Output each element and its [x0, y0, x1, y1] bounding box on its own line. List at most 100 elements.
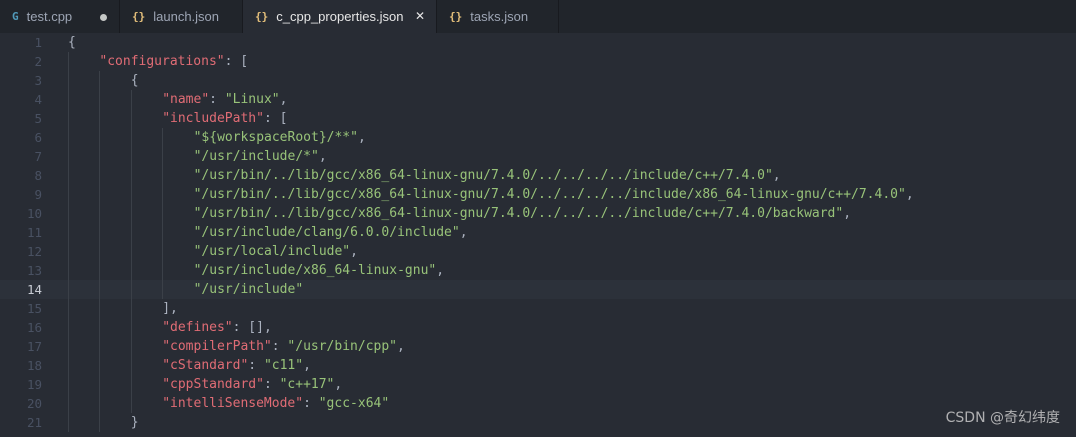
code-line[interactable]: 20 "intelliSenseMode": "gcc-x64"	[0, 394, 1076, 413]
code-line[interactable]: 15],	[0, 299, 1076, 318]
indent-guide	[68, 394, 69, 413]
code-line[interactable]: 19 "cppStandard": "c++17",	[0, 375, 1076, 394]
punctuation: ,	[772, 168, 781, 183]
indent-guide	[99, 90, 101, 109]
code-text: }	[131, 413, 139, 432]
indent-guide	[130, 280, 132, 299]
line-number: 17	[26, 339, 42, 354]
code-line[interactable]: 9 "/usr/bin/../lib/gcc/x86_64-linux-gnu/7…	[0, 185, 1076, 204]
json-key: "defines"	[162, 320, 233, 335]
line-number: 16	[26, 320, 42, 335]
watermark: CSDN @奇幻纬度	[945, 410, 1060, 426]
indent-guide	[68, 71, 69, 90]
indent-guide	[162, 185, 164, 204]
tab-label: launch.json	[153, 9, 220, 24]
code-line[interactable]: 3{	[0, 71, 1076, 90]
punctuation: ,	[350, 244, 358, 259]
indent-guide	[162, 166, 164, 185]
json-string: "/usr/include/clang/6.0.0/include"	[193, 225, 460, 240]
indent-guide	[99, 204, 101, 223]
unsaved-dot-icon[interactable]	[97, 10, 109, 22]
punctuation: :	[209, 92, 225, 107]
indent-guide	[162, 223, 164, 242]
code-line[interactable]: 4 "name": "Linux",	[0, 90, 1076, 109]
indent-guide	[68, 147, 69, 166]
punctuation: :	[263, 377, 280, 392]
code-line[interactable]: 12 "/usr/local/include",	[0, 242, 1076, 261]
code-text: "/usr/bin/../lib/gcc/x86_64-linux-gnu/7.…	[194, 166, 781, 185]
code-line[interactable]: 10 "/usr/bin/../lib/gcc/x86_64-linux-gnu/…	[0, 204, 1076, 223]
json-string: "gcc-x64"	[318, 396, 390, 411]
code-text: "compilerPath": "/usr/bin/cpp",	[162, 337, 405, 356]
json-string: "/usr/bin/../lib/gcc/x86_64-linux-gnu/7.…	[193, 187, 906, 202]
tab-bar: Gtest.cpp {} launch.json {} c_cpp_properties…	[0, 0, 1076, 33]
indent-guide	[99, 318, 101, 337]
line-number: 13	[26, 263, 42, 278]
code-text: "defines": [],	[162, 318, 272, 337]
code-line[interactable]: 6 "${workspaceRoot}/**",	[0, 128, 1076, 147]
line-number: 19	[26, 377, 42, 392]
json-string: "${workspaceRoot}/**"	[193, 130, 358, 145]
code-editor[interactable]: 1{2 "configurations": [3{4 "name": "Linux"…	[0, 33, 1076, 437]
indent-guide	[130, 356, 132, 375]
indent-guide	[130, 337, 132, 356]
code-text: "/usr/local/include",	[194, 242, 358, 261]
code-line[interactable]: 16 "defines": [],	[0, 318, 1076, 337]
indent-guide	[130, 223, 132, 242]
tab-label: c_cpp_properties.json	[276, 9, 404, 24]
code-line[interactable]: 13 "/usr/include/x86_64-linux-gnu",	[0, 261, 1076, 280]
punctuation: :	[303, 396, 319, 411]
indent-guide	[68, 318, 69, 337]
line-number: 6	[34, 130, 42, 145]
line-number: 7	[34, 149, 42, 164]
code-text: ],	[162, 299, 178, 318]
json-string: "Linux"	[224, 92, 280, 107]
code-line[interactable]: 2 "configurations": [	[0, 52, 1076, 71]
tab-tasks-json[interactable]: {} tasks.json	[437, 0, 559, 33]
punctuation: {	[68, 35, 76, 50]
indent-guide	[68, 356, 69, 375]
indent-guide	[162, 261, 164, 280]
tab-launch-json[interactable]: {} launch.json	[120, 0, 243, 33]
code-line[interactable]: 1{	[0, 33, 1076, 52]
indent-guide	[130, 185, 132, 204]
indent-guide	[99, 261, 101, 280]
line-number: 3	[34, 73, 42, 88]
code-text: "name": "Linux",	[162, 90, 287, 109]
code-line[interactable]: 17 "compilerPath": "/usr/bin/cpp",	[0, 337, 1076, 356]
indent-guide	[68, 299, 69, 318]
tab-label: test.cpp	[26, 9, 73, 24]
code-line[interactable]: 7 "/usr/include/*",	[0, 147, 1076, 166]
indent-guide	[99, 185, 101, 204]
json-string: "/usr/bin/../lib/gcc/x86_64-linux-gnu/7.…	[193, 206, 844, 221]
code-line[interactable]: 18 "cStandard": "c11",	[0, 356, 1076, 375]
indent-guide	[130, 204, 132, 223]
indent-guide	[68, 375, 69, 394]
json-key: "cStandard"	[162, 358, 249, 373]
code-line[interactable]: 8 "/usr/bin/../lib/gcc/x86_64-linux-gnu/7…	[0, 166, 1076, 185]
code-line[interactable]: 11 "/usr/include/clang/6.0.0/include",	[0, 223, 1076, 242]
code-text: "/usr/include/*",	[194, 147, 327, 166]
indent-guide	[68, 109, 69, 128]
line-number: 10	[26, 206, 42, 221]
indent-guide	[130, 128, 132, 147]
indent-guide	[99, 356, 101, 375]
tab-test-cpp[interactable]: Gtest.cpp	[0, 0, 120, 33]
indent-guide	[99, 147, 101, 166]
code-line[interactable]: 21}	[0, 413, 1076, 432]
close-icon[interactable]: ✕	[414, 9, 426, 23]
indent-guide	[99, 280, 101, 299]
tab-c-cpp-properties-json[interactable]: {} c_cpp_properties.json ✕	[243, 0, 437, 33]
code-line[interactable]: 14 "/usr/include"	[0, 280, 1076, 299]
line-number: 1	[34, 35, 42, 50]
indent-guide	[68, 280, 69, 299]
code-line[interactable]: 5 "includePath": [	[0, 109, 1076, 128]
json-string: "/usr/bin/cpp"	[287, 339, 397, 354]
punctuation: : [	[224, 54, 249, 69]
punctuation: {	[130, 73, 139, 88]
punctuation: ,	[397, 339, 405, 354]
json-file-icon: {}	[255, 10, 269, 23]
indent-guide	[99, 413, 101, 432]
indent-guide	[130, 299, 132, 318]
cpp-file-icon: G	[12, 10, 19, 23]
